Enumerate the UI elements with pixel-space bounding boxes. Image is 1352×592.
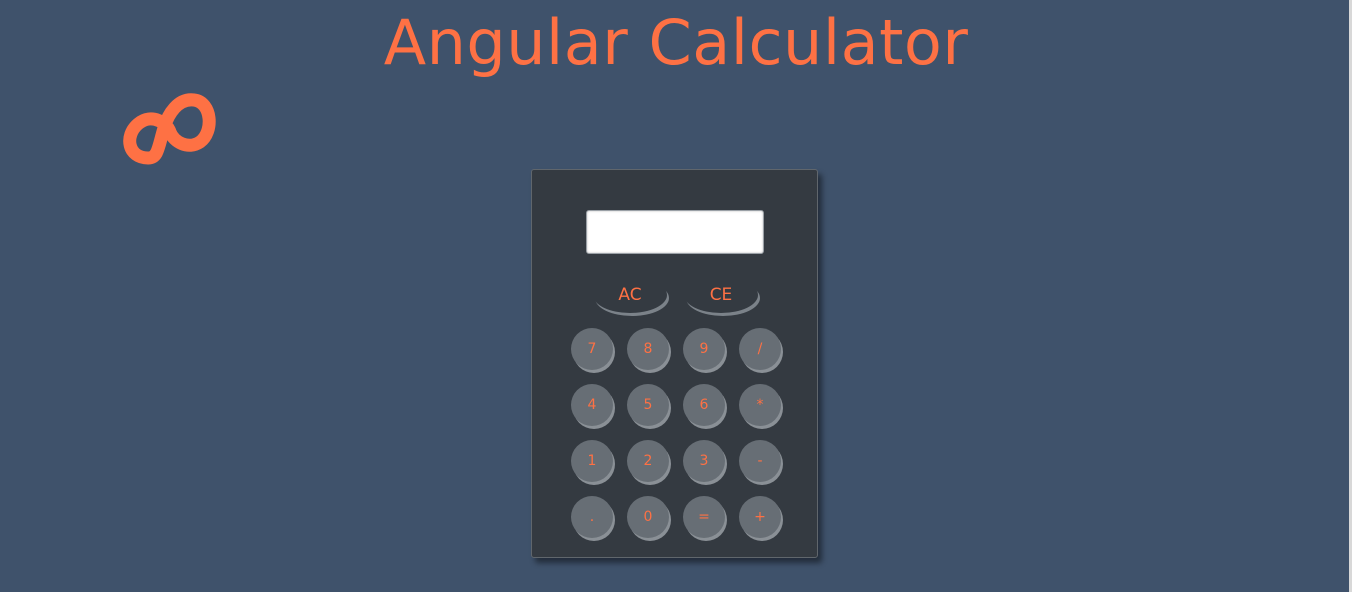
key-8[interactable]: 8 — [627, 328, 669, 370]
calculator-display[interactable] — [586, 210, 764, 254]
infinity-logo-icon — [118, 86, 222, 172]
key-multiply[interactable]: * — [739, 384, 781, 426]
key-decimal[interactable]: . — [571, 496, 613, 538]
key-3[interactable]: 3 — [683, 440, 725, 482]
key-equals[interactable]: = — [683, 496, 725, 538]
key-6[interactable]: 6 — [683, 384, 725, 426]
key-1[interactable]: 1 — [571, 440, 613, 482]
key-divide[interactable]: / — [739, 328, 781, 370]
key-7[interactable]: 7 — [571, 328, 613, 370]
page-title: Angular Calculator — [383, 6, 969, 79]
key-subtract[interactable]: - — [739, 440, 781, 482]
page: Angular Calculator AC CE 7 8 9 / 4 5 6 *… — [0, 0, 1352, 592]
key-0[interactable]: 0 — [627, 496, 669, 538]
key-2[interactable]: 2 — [627, 440, 669, 482]
clear-entry-button[interactable]: CE — [684, 277, 758, 313]
key-9[interactable]: 9 — [683, 328, 725, 370]
calculator-panel: AC CE 7 8 9 / 4 5 6 * 1 2 3 - . 0 = + — [531, 169, 818, 558]
key-4[interactable]: 4 — [571, 384, 613, 426]
key-add[interactable]: + — [739, 496, 781, 538]
all-clear-button[interactable]: AC — [593, 277, 667, 313]
key-5[interactable]: 5 — [627, 384, 669, 426]
